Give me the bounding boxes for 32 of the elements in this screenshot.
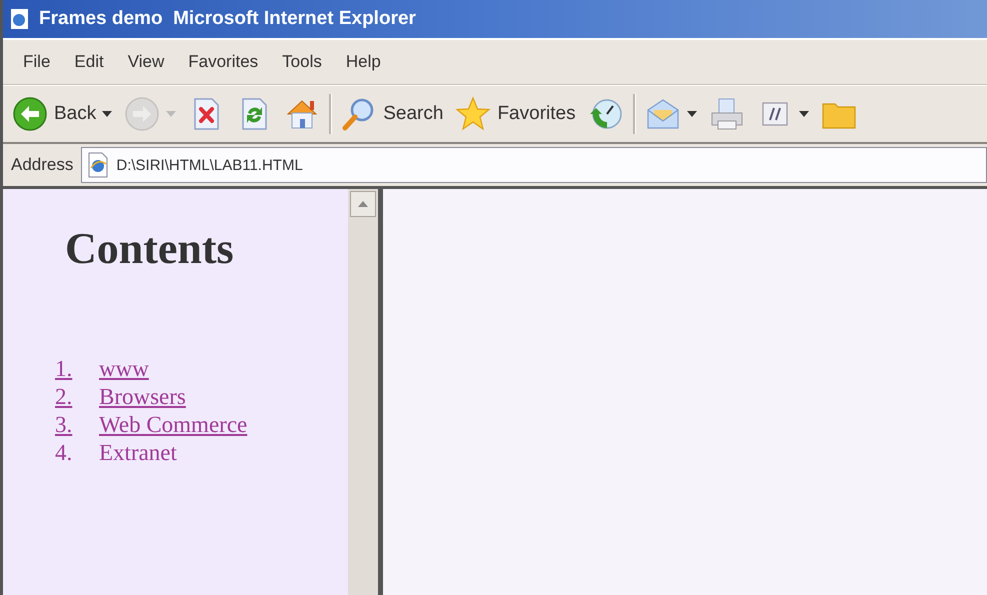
search-button[interactable]: Search — [338, 92, 446, 136]
back-button[interactable]: Back — [9, 92, 116, 136]
menu-item[interactable]: Tools — [270, 48, 334, 76]
menu-item[interactable]: File — [11, 48, 62, 76]
menu-item[interactable]: View — [116, 48, 176, 76]
page-icon — [86, 152, 110, 178]
star-icon — [455, 96, 492, 132]
menu-item[interactable]: Edit — [62, 48, 116, 76]
list-number: 4. — [55, 440, 74, 466]
caret-icon — [102, 111, 112, 117]
address-label: Address — [11, 155, 74, 175]
list-number: 1. — [55, 356, 74, 382]
print-icon — [708, 96, 745, 132]
caret-icon — [798, 111, 809, 117]
contents-item: Extranet — [99, 440, 177, 466]
browser-icon — [9, 8, 31, 30]
caret-icon — [686, 111, 697, 117]
menu-item[interactable]: Help — [334, 48, 393, 76]
up-arrow-icon — [358, 201, 368, 207]
address-field[interactable]: D:\SIRI\HTML\LAB11.HTML — [81, 147, 987, 183]
contents-link[interactable]: Web Commerce — [99, 412, 248, 438]
scroll-up-button[interactable] — [350, 191, 376, 217]
contents-heading: Contents — [65, 223, 234, 274]
contents-link[interactable]: Browsers — [99, 384, 186, 410]
contents-link[interactable]: www — [99, 356, 149, 382]
menu-item[interactable]: Favorites — [176, 48, 270, 76]
list-number: 3. — [55, 412, 74, 438]
caret-icon — [166, 111, 176, 117]
scrollbar[interactable] — [348, 189, 383, 595]
list-number: 2. — [55, 384, 74, 410]
favorites-button[interactable]: Favorites — [452, 92, 579, 136]
window-title: Frames demo Microsoft Internet Explorer — [39, 8, 416, 30]
